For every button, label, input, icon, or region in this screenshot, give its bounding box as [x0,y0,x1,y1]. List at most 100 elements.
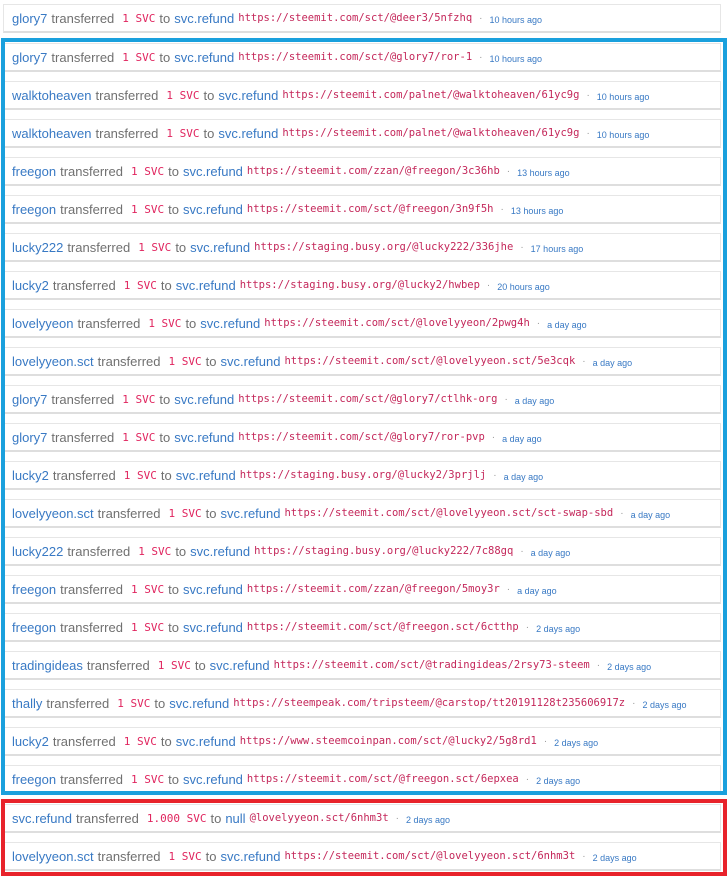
sender-link[interactable]: glory7 [12,50,47,65]
to-label: to [205,848,217,864]
memo-text[interactable]: https://steemit.com/zzan/@freegon/3c36hb [247,165,500,177]
recipient-link[interactable]: svc.refund [176,734,236,749]
to-label: to [168,771,179,787]
memo-text[interactable]: https://staging.busy.org/@lucky2/hwbep [240,279,480,291]
memo-text[interactable]: https://steemit.com/palnet/@walktoheaven… [282,89,579,101]
sender-link[interactable]: lucky2 [12,468,49,483]
recipient-link[interactable]: svc.refund [190,544,250,559]
memo-text[interactable]: https://steempeak.com/tripsteem/@carstop… [233,697,625,709]
sender-link[interactable]: glory7 [12,430,47,445]
transferred-label: transferred [60,163,123,179]
memo-text[interactable]: https://steemit.com/sct/@tradingideas/2r… [274,659,590,671]
recipient-link[interactable]: svc.refund [183,772,243,787]
sender-link[interactable]: freegon [12,582,56,597]
amount-value: 1 SVC [130,620,165,634]
to-label: to [168,581,179,597]
memo-text[interactable]: https://steemit.com/sct/@deer3/5nfzhq [238,12,472,24]
sender-link[interactable]: walktoheaven [12,126,92,141]
sender-link[interactable]: lovelyyeon.sct [12,849,94,864]
transferred-label: transferred [52,467,116,483]
separator-dot: · [395,812,399,824]
amount-value: 1 SVC [117,696,151,710]
recipient-link[interactable]: svc.refund [221,849,281,864]
sender-link[interactable]: lovelyyeon.sct [12,354,94,369]
transferred-label: transferred [60,581,123,597]
sender-link[interactable]: freegon [12,202,56,217]
to-label: to [160,467,172,483]
to-label: to [203,87,215,103]
recipient-link[interactable]: svc.refund [174,392,234,407]
sender-link[interactable]: freegon [12,620,56,635]
transferred-label: transferred [97,353,161,369]
sender-link[interactable]: freegon [12,164,56,179]
amount-value: 1 SVC [122,392,156,406]
transferred-label: transferred [97,505,161,521]
recipient-link[interactable]: svc.refund [218,126,278,141]
recipient-link[interactable]: svc.refund [174,430,234,445]
separator-dot: · [491,431,496,443]
sender-link[interactable]: lucky222 [12,240,63,255]
sender-link[interactable]: lovelyyeon [12,316,73,331]
transfer-row: lucky222 transferred 1 SVC to svc.refund http… [3,233,721,262]
memo-text[interactable]: https://www.steemcoinpan.com/sct/@lucky2… [240,735,537,747]
memo-text[interactable]: https://steemit.com/zzan/@freegon/5moy3r [247,583,500,595]
memo-text[interactable]: https://steemit.com/sct/@glory7/ror-pvp [238,431,485,443]
sender-link[interactable]: lucky2 [12,278,49,293]
transferred-label: transferred [60,201,123,217]
memo-text[interactable]: https://staging.busy.org/@lucky222/336jh… [254,241,513,253]
memo-text[interactable]: https://steemit.com/sct/@lovelyyeon.sct/… [284,355,575,367]
memo-text[interactable]: https://steemit.com/sct/@glory7/ctlhk-or… [238,393,497,405]
memo-text[interactable]: https://steemit.com/sct/@freegon/3n9f5h [247,203,494,215]
memo-text[interactable]: https://steemit.com/sct/@freegon.sct/6ep… [247,773,519,785]
separator-dot: · [582,355,586,367]
recipient-link[interactable]: svc.refund [218,88,278,103]
sender-link[interactable]: walktoheaven [12,88,92,103]
memo-text[interactable]: https://steemit.com/palnet/@walktoheaven… [282,127,579,139]
memo-text[interactable]: https://steemit.com/sct/@lovelyyeon.sct/… [284,850,575,862]
sender-link[interactable]: freegon [12,772,56,787]
sender-link[interactable]: lucky222 [12,544,63,559]
sender-link[interactable]: glory7 [12,392,47,407]
memo-text[interactable]: https://staging.busy.org/@lucky222/7c88g… [254,545,513,557]
recipient-link[interactable]: svc.refund [183,202,243,217]
sender-link[interactable]: glory7 [12,11,47,26]
timestamp: 10 hours ago [489,54,543,64]
sender-link[interactable]: thally [12,696,42,711]
amount-value: 1.000 SVC [146,811,207,825]
recipient-link[interactable]: svc.refund [176,468,236,483]
memo-text[interactable]: https://steemit.com/sct/@freegon.sct/6ct… [247,621,519,633]
to-label: to [210,810,222,826]
memo-text[interactable]: https://staging.busy.org/@lucky2/3prjlj [240,469,487,481]
recipient-link[interactable]: svc.refund [221,354,281,369]
amount-value: 1 SVC [168,506,202,520]
recipient-link[interactable]: null [225,811,245,826]
recipient-link[interactable]: svc.refund [183,582,243,597]
amount-value: 1 SVC [166,126,200,140]
recipient-link[interactable]: svc.refund [183,620,243,635]
memo-text[interactable]: https://steemit.com/sct/@glory7/ror-1 [238,51,472,63]
separator-dot: · [620,507,624,519]
sender-link[interactable]: lucky2 [12,734,49,749]
recipient-link[interactable]: svc.refund [190,240,250,255]
to-label: to [159,391,171,407]
recipient-link[interactable]: svc.refund [183,164,243,179]
separator-dot: · [586,127,590,139]
memo-text[interactable]: https://steemit.com/sct/@lovelyyeon/2pwg… [264,317,530,329]
sender-link[interactable]: lovelyyeon.sct [12,506,94,521]
recipient-link[interactable]: svc.refund [174,50,234,65]
sender-link[interactable]: tradingideas [12,658,83,673]
to-label: to [159,429,171,445]
recipient-link[interactable]: svc.refund [169,696,229,711]
memo-text[interactable]: https://steemit.com/sct/@lovelyyeon.sct/… [284,507,613,519]
recipient-link[interactable]: svc.refund [176,278,236,293]
timestamp: 2 days ago [607,662,652,672]
recipient-link[interactable]: svc.refund [221,506,281,521]
sender-link[interactable]: svc.refund [12,811,72,826]
transferred-label: transferred [67,239,131,255]
amount-value: 1 SVC [138,544,172,558]
recipient-link[interactable]: svc.refund [200,316,260,331]
recipient-link[interactable]: svc.refund [174,11,234,26]
transfer-row: glory7 transferred 1 SVC to svc.refund https:… [3,385,721,414]
transferred-label: transferred [51,391,115,407]
recipient-link[interactable]: svc.refund [210,658,270,673]
